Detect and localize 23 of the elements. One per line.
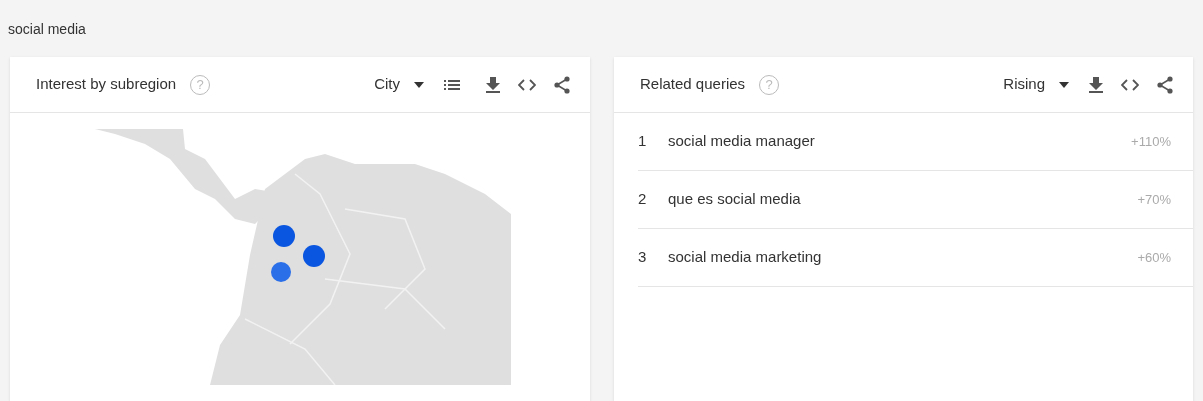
download-icon[interactable] <box>486 76 500 93</box>
share-icon[interactable] <box>1157 75 1173 94</box>
caret-icon <box>1059 81 1069 88</box>
share-icon[interactable] <box>554 75 570 94</box>
download-icon[interactable] <box>1089 76 1103 93</box>
panel-title: Related queries <box>640 74 746 95</box>
rank-number: 1 <box>638 131 648 152</box>
caret-icon <box>414 81 424 88</box>
list-icon[interactable] <box>444 78 460 91</box>
rising-dropdown[interactable]: Rising <box>1003 73 1069 96</box>
rank-number: 2 <box>638 189 648 210</box>
query-link[interactable]: social media marketing <box>668 246 822 269</box>
change-value: +110% <box>1131 132 1171 151</box>
city-dropdown[interactable]: City <box>374 73 424 96</box>
rank-number: 3 <box>638 247 648 268</box>
embed-icon[interactable] <box>518 78 536 91</box>
query-link[interactable]: social media manager <box>668 130 815 153</box>
change-value: +70% <box>1137 190 1171 209</box>
query-label: social media <box>8 20 86 39</box>
change-value: +60% <box>1137 248 1171 267</box>
query-link[interactable]: que es social media <box>668 188 801 211</box>
panel-title: Interest by subregion <box>36 74 177 95</box>
embed-icon[interactable] <box>1121 78 1139 91</box>
